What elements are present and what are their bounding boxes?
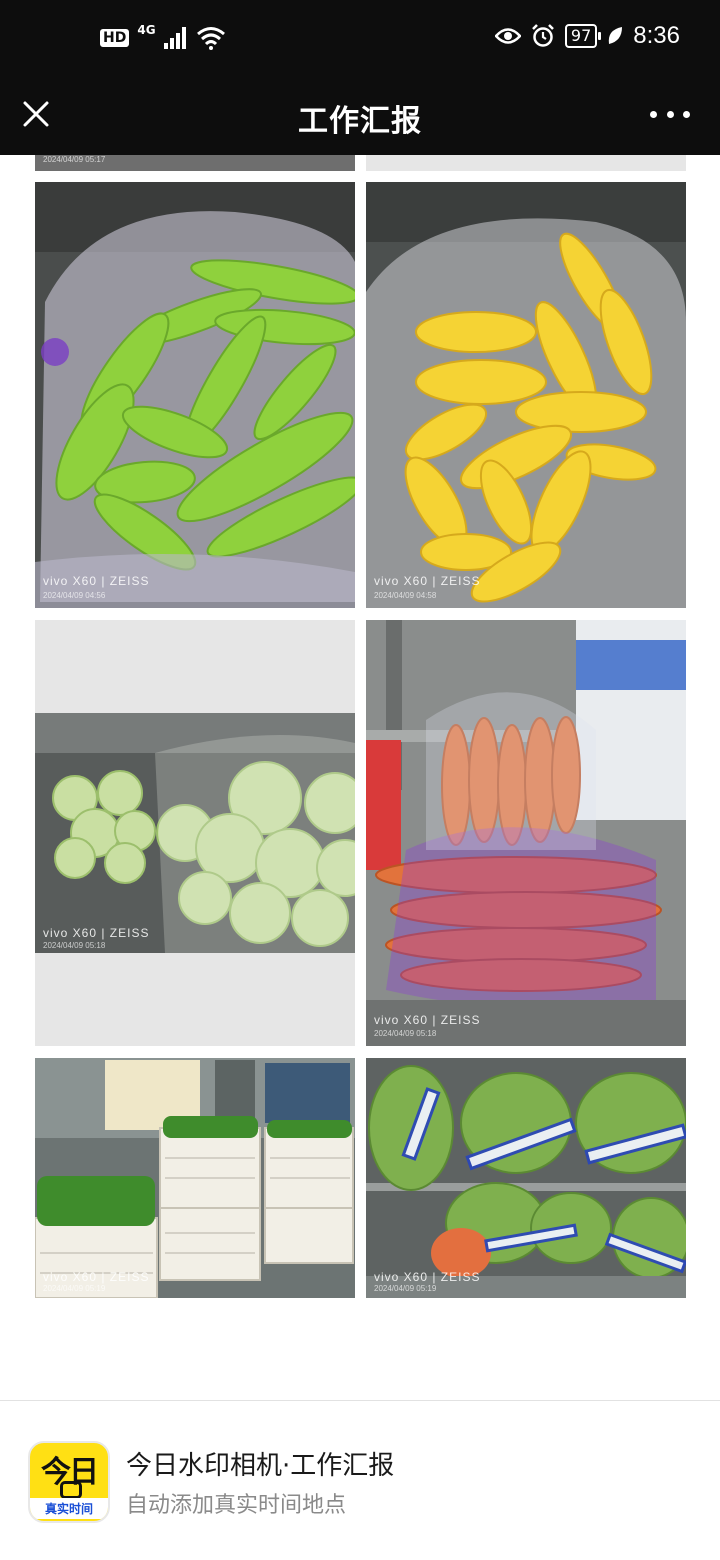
- photo-watermark-brand: vivo X60 | ZEISS: [43, 926, 150, 940]
- cabbage-image: [35, 713, 355, 953]
- photo-watermark-date: 2024/04/09 05:19: [43, 1284, 106, 1293]
- corn-image: [366, 182, 686, 608]
- photo-bitter-melon[interactable]: vivo X60 | ZEISS 2024/04/09 04:56: [35, 182, 355, 608]
- app-name[interactable]: 今日水印相机·工作汇报: [126, 1445, 394, 1482]
- bitter-melon-image: [35, 182, 355, 608]
- alarm-icon: [532, 24, 554, 47]
- photo-greens-bags[interactable]: vivo X60 | ZEISS 2024/04/09 05:19: [366, 1058, 686, 1298]
- signal-icon: [163, 27, 186, 49]
- hd-badge: HD: [100, 29, 130, 47]
- carrots-image: [366, 620, 686, 1046]
- photo-carrots[interactable]: vivo X60 | ZEISS 2024/04/09 05:18: [366, 620, 686, 1046]
- clock: 8:36: [633, 22, 680, 49]
- more-dot: [666, 110, 674, 118]
- eye-icon: [494, 28, 521, 44]
- photo-watermark-date: 2024/04/09 05:18: [43, 941, 106, 950]
- photo-watermark-brand: vivo X60 | ZEISS: [43, 1270, 150, 1284]
- app-icon[interactable]: 今日 真实时间: [28, 1441, 110, 1523]
- status-right: 97 8:36: [494, 22, 680, 50]
- photo-greens-baskets[interactable]: vivo X60 | ZEISS 2024/04/09 05:19: [35, 1058, 355, 1298]
- leaf-icon: [609, 27, 623, 44]
- network-type: 4G: [137, 23, 156, 37]
- photo-partial-right[interactable]: [366, 155, 686, 171]
- more-menu-button[interactable]: [650, 102, 690, 126]
- app-promo-banner[interactable]: 今日 真实时间 今日水印相机·工作汇报 自动添加真实时间地点: [0, 1400, 720, 1560]
- app-icon-subtext: 真实时间: [30, 1498, 108, 1519]
- photo-watermark-brand: vivo X60 | ZEISS: [374, 1013, 481, 1027]
- more-dot: [683, 110, 690, 118]
- photo-watermark-brand: vivo X60 | ZEISS: [43, 574, 150, 588]
- greens-bags-image: [366, 1058, 686, 1298]
- photo-watermark-date: 2024/04/09 04:58: [374, 591, 437, 600]
- app-description: 自动添加真实时间地点: [126, 1493, 347, 1518]
- title-bar: 工作汇报: [0, 82, 720, 155]
- photo-watermark-date: 2024/04/09 04:56: [43, 591, 106, 600]
- more-dot: [650, 110, 657, 118]
- photo-partial-left[interactable]: 2024/04/09 05:17: [35, 155, 355, 171]
- wifi-icon: [196, 27, 225, 50]
- photo-watermark-brand: vivo X60 | ZEISS: [374, 1270, 481, 1284]
- status-left: HD 4G: [100, 23, 226, 50]
- battery-indicator: 97: [564, 24, 602, 48]
- greens-baskets-image: [35, 1058, 355, 1298]
- photo-corn[interactable]: vivo X60 | ZEISS 2024/04/09 04:58: [366, 182, 686, 608]
- photo-date: 2024/04/09 05:17: [43, 155, 106, 164]
- status-bar: HD 4G 97 8:36: [0, 0, 720, 82]
- page-title: 工作汇报: [298, 104, 422, 139]
- photo-watermark-date: 2024/04/09 05:19: [374, 1284, 437, 1293]
- photo-grid: 2024/04/09 05:17 vivo X60 | ZEISS 2024/0…: [0, 155, 720, 1400]
- photo-watermark-brand: vivo X60 | ZEISS: [374, 574, 481, 588]
- photo-cabbage[interactable]: vivo X60 | ZEISS 2024/04/09 05:18: [35, 620, 355, 1046]
- camera-icon: [60, 1481, 82, 1499]
- photo-watermark-date: 2024/04/09 05:18: [374, 1029, 437, 1038]
